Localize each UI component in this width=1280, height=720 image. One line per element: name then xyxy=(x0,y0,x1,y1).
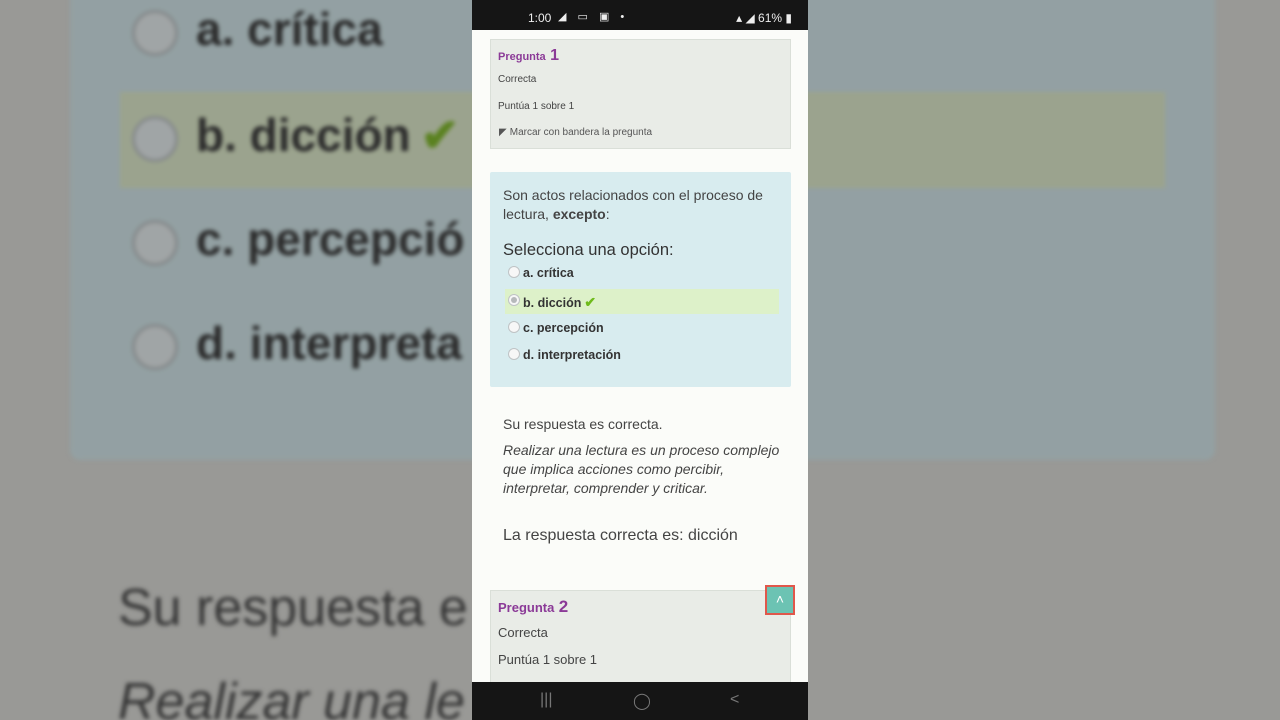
question-info-1: Pregunta 1 Correcta Puntúa 1 sobre 1 ◤ M… xyxy=(490,39,791,149)
back-icon[interactable]: < xyxy=(730,691,739,709)
question-title-1: Pregunta 1 xyxy=(498,47,560,64)
question-title-2: Pregunta 2 xyxy=(498,597,569,616)
radio-button[interactable] xyxy=(508,348,520,360)
radio-button[interactable] xyxy=(508,266,520,278)
battery-percent: 61% xyxy=(758,11,783,25)
status-bar: 1:00 ◢ ▭ ▣ • ▴ ◢ 61% ▮ xyxy=(472,0,808,30)
status-time: 1:00 xyxy=(528,11,552,25)
select-prompt: Selecciona una opción: xyxy=(503,241,674,259)
question-info-2: Pregunta 2 Correcta Puntúa 1 sobre 1 xyxy=(490,590,791,682)
radio-button[interactable] xyxy=(508,321,520,333)
radio-button-selected[interactable] xyxy=(508,294,520,306)
notification-icons: ◢ ▭ ▣ • xyxy=(558,11,629,23)
status-right: ▴ ◢ 61% ▮ xyxy=(736,11,792,25)
question-text-box: Son actos relacionados con el proceso de… xyxy=(490,172,791,387)
back-to-top-button[interactable]: ˄ xyxy=(765,585,795,615)
answer-option-a[interactable]: a. crítica xyxy=(505,261,779,286)
flag-question-link[interactable]: ◤ Marcar con bandera la pregunta xyxy=(499,126,652,138)
feedback-explanation: Realizar una lectura es un proceso compl… xyxy=(503,442,780,496)
chevron-up-icon: ˄ xyxy=(775,591,785,607)
question-state-1: Correcta xyxy=(498,74,537,85)
home-icon[interactable]: ◯ xyxy=(633,691,651,711)
recent-apps-icon[interactable]: ||| xyxy=(540,691,552,709)
answer-option-c[interactable]: c. percepción xyxy=(505,316,779,341)
question-stem: Son actos relacionados con el proceso de… xyxy=(503,187,763,222)
question-state-2: Correcta xyxy=(498,625,548,640)
correct-check-icon: ✔ xyxy=(584,294,597,310)
flag-icon: ◤ xyxy=(499,127,507,138)
question-score-2: Puntúa 1 sobre 1 xyxy=(498,652,598,667)
battery-icon: ▮ xyxy=(782,11,792,25)
phone-screen: 1:00 ◢ ▭ ▣ • ▴ ◢ 61% ▮ Pregunta 1 Correc… xyxy=(472,0,808,720)
answer-option-d[interactable]: d. interpretación xyxy=(505,343,779,368)
android-nav-bar: ||| ◯ < xyxy=(472,682,808,720)
feedback-status: Su respuesta es correcta. xyxy=(503,416,663,432)
page-content[interactable]: Pregunta 1 Correcta Puntúa 1 sobre 1 ◤ M… xyxy=(472,30,808,682)
wifi-signal-icon: ▴ ◢ xyxy=(736,11,759,25)
correct-answer-text: La respuesta correcta es: dicción xyxy=(503,527,738,544)
answer-option-b[interactable]: b. dicción ✔ xyxy=(505,289,779,314)
question-score-1: Puntúa 1 sobre 1 xyxy=(498,101,575,112)
